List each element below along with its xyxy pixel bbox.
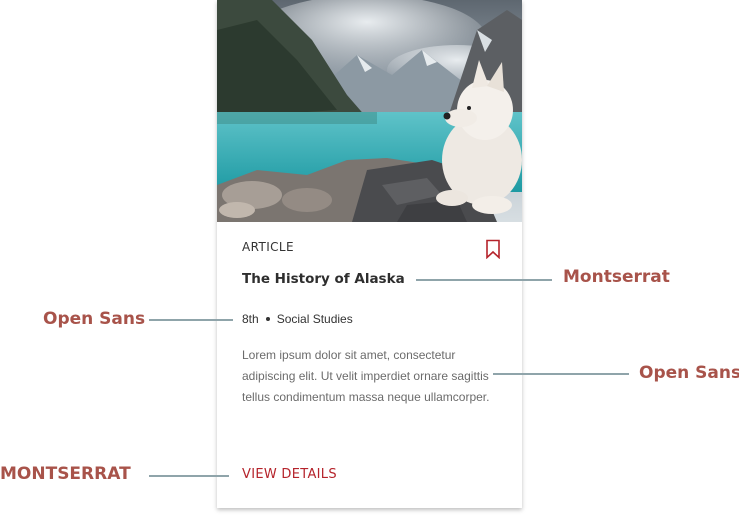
- annotation-line-meta: [149, 319, 233, 321]
- annotation-title-font: Montserrat: [563, 267, 670, 287]
- separator-dot: [265, 317, 270, 321]
- annotation-meta-font: Open Sans: [43, 309, 146, 329]
- card-description: Lorem ipsum dolor sit amet, consectetur …: [242, 348, 490, 404]
- annotation-cta-font: MONTSERRAT: [0, 464, 131, 484]
- card-meta: 8th Social Studies: [242, 312, 353, 326]
- annotation-desc-font: Open Sans: [639, 363, 739, 383]
- annotation-line-title: [416, 279, 552, 281]
- card-title: The History of Alaska: [242, 271, 405, 287]
- article-card: ARTICLE The History of Alaska 8th Social…: [217, 0, 522, 508]
- annotation-line-desc: [493, 373, 629, 375]
- bookmark-icon[interactable]: [485, 239, 501, 260]
- subject: Social Studies: [276, 312, 353, 326]
- card-image: [217, 0, 522, 222]
- annotation-line-cta: [149, 475, 229, 477]
- content-type-label: ARTICLE: [242, 240, 294, 254]
- grade-level: 8th: [242, 312, 259, 326]
- view-details-link[interactable]: VIEW DETAILS: [242, 467, 337, 482]
